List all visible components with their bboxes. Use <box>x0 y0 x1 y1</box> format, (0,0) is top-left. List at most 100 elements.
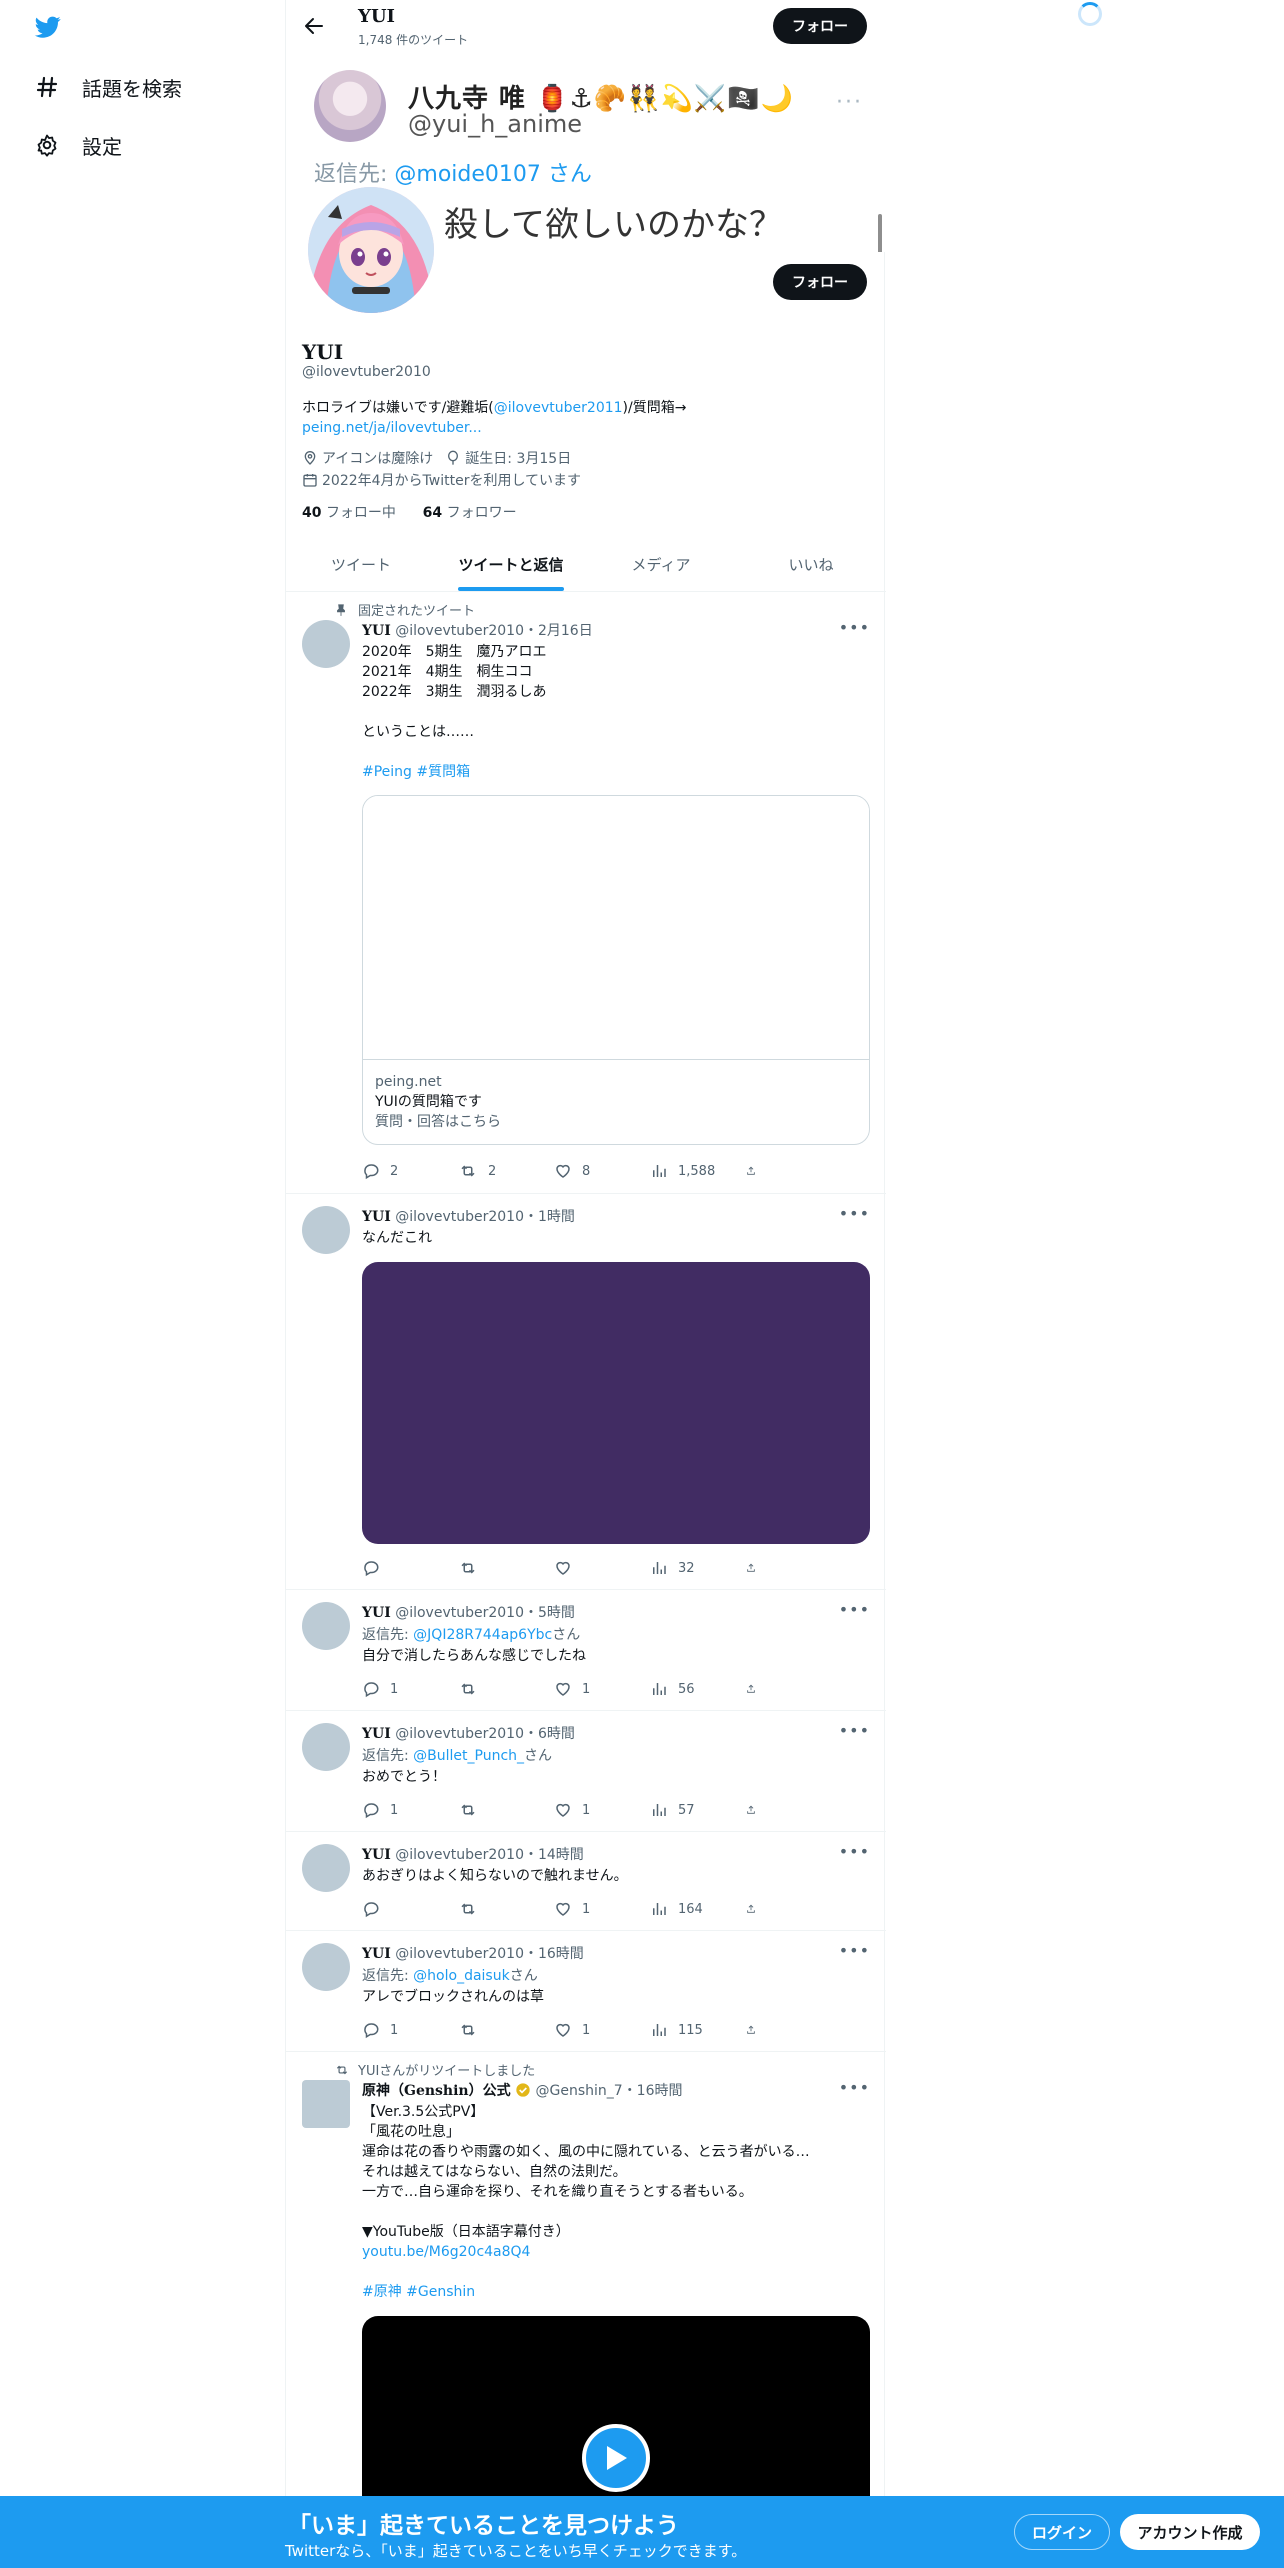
tweet-item[interactable]: YUIさんがリツイートしました 原神（Genshin）公式 @Genshin_7… <box>286 2052 886 2496</box>
tweet-item[interactable]: 固定されたツイート YUI @ilovevtuber2010・2月16日 •••… <box>286 592 886 1194</box>
tweet-actions: 1 1 115 <box>362 2020 782 2040</box>
tab-tweets-and-replies[interactable]: ツイートと返信 <box>436 538 586 591</box>
video-player[interactable] <box>362 2316 870 2496</box>
card-title: YUIの質問箱です <box>375 1094 482 1110</box>
header-name: YUI <box>358 6 395 27</box>
retweet-button[interactable]: 2 <box>458 1162 554 1180</box>
more-icon[interactable]: ••• <box>839 1600 870 1619</box>
nav-settings[interactable]: 設定 <box>34 125 122 165</box>
reply-button[interactable]: 2 <box>362 1162 458 1180</box>
retweet-icon <box>461 2024 475 2036</box>
avatar[interactable] <box>302 2080 350 2128</box>
pin-icon <box>337 603 345 616</box>
bio-url-link[interactable]: peing.net/ja/ilovevtuber... <box>302 420 482 436</box>
like-button[interactable]: 1 <box>554 2021 650 2039</box>
tweet-link[interactable]: youtu.be/M6g20c4a8Q4 <box>362 2242 870 2262</box>
nav-explore[interactable]: 話題を検索 <box>34 67 182 107</box>
link-card[interactable]: peing.net YUIの質問箱です 質問・回答はこちら <box>362 795 870 1145</box>
tweet-hashtags[interactable]: #Peing #質問箱 <box>362 762 870 782</box>
signup-button[interactable]: アカウント作成 <box>1120 2514 1260 2550</box>
share-button[interactable] <box>746 2021 766 2039</box>
more-icon[interactable]: ••• <box>839 1721 870 1740</box>
more-icon[interactable]: ••• <box>839 618 870 637</box>
play-icon[interactable] <box>582 2424 650 2492</box>
tweet-item[interactable]: YUI @ilovevtuber2010・5時間 ••• 返信先: @JQI28… <box>286 1590 886 1711</box>
more-icon[interactable]: ••• <box>839 2078 870 2097</box>
like-button[interactable]: 1 <box>554 1801 650 1819</box>
tweet-item[interactable]: YUI @ilovevtuber2010・6時間 ••• 返信先: @Bulle… <box>286 1711 886 1832</box>
follow-button[interactable]: フォロー <box>773 264 867 300</box>
reply-button[interactable]: 1 <box>362 1680 458 1698</box>
views-button[interactable]: 32 <box>650 1559 746 1577</box>
reply-button[interactable]: 1 <box>362 1801 458 1819</box>
reply-button[interactable]: 1 <box>362 2021 458 2039</box>
tab-likes[interactable]: いいね <box>736 538 886 591</box>
share-button[interactable] <box>746 1559 766 1577</box>
tab-tweets[interactable]: ツイート <box>286 538 436 591</box>
avatar[interactable] <box>302 1943 350 1991</box>
reply-button[interactable] <box>362 1559 458 1577</box>
tweet-media-image[interactable] <box>362 1262 870 1544</box>
tweet-item[interactable]: YUI @ilovevtuber2010・14時間 ••• あおぎりはよく知らな… <box>286 1832 886 1931</box>
profile-avatar[interactable] <box>304 183 438 317</box>
more-icon[interactable]: ••• <box>839 1842 870 1861</box>
tweet-header: YUI @ilovevtuber2010・2月16日 <box>362 623 593 639</box>
avatar[interactable] <box>302 1602 350 1650</box>
profile-name: YUI <box>302 340 344 364</box>
profile-birthday: 誕生日: 3月15日 <box>465 451 572 467</box>
tweet-item[interactable]: YUI @ilovevtuber2010・1時間 ••• なんだこれ 32 <box>286 1194 886 1590</box>
retweet-button[interactable] <box>458 1900 554 1918</box>
banner-handle: @yui_h_anime <box>408 110 583 138</box>
like-button[interactable]: 1 <box>554 1680 650 1698</box>
share-icon <box>747 1563 755 1572</box>
retweet-button[interactable] <box>458 1559 554 1577</box>
views-button[interactable]: 56 <box>650 1680 746 1698</box>
retweet-button[interactable] <box>458 1680 554 1698</box>
avatar[interactable] <box>302 1723 350 1771</box>
tweet-actions: 32 <box>362 1558 782 1578</box>
views-button[interactable]: 57 <box>650 1801 746 1819</box>
bio-mention-link[interactable]: @ilovevtuber2011 <box>494 400 623 416</box>
reply-to-link[interactable]: @holo_daisuk <box>413 1968 510 1984</box>
following-link[interactable]: 40 フォロー中 <box>302 505 396 521</box>
share-button[interactable] <box>746 1900 766 1918</box>
avatar[interactable] <box>302 1206 350 1254</box>
share-button[interactable] <box>746 1162 766 1180</box>
views-icon <box>653 1562 666 1574</box>
share-button[interactable] <box>746 1801 766 1819</box>
like-button[interactable]: 8 <box>554 1162 650 1180</box>
views-button[interactable]: 1,588 <box>650 1162 746 1180</box>
retweet-button[interactable] <box>458 1801 554 1819</box>
views-button[interactable]: 115 <box>650 2021 746 2039</box>
loading-spinner-icon <box>1078 2 1102 26</box>
reply-button[interactable] <box>362 1900 458 1918</box>
like-button[interactable] <box>554 1559 650 1577</box>
share-icon <box>747 2025 755 2034</box>
card-description: 質問・回答はこちら <box>375 1114 501 1130</box>
tweet-item[interactable]: YUI @ilovevtuber2010・16時間 ••• 返信先: @holo… <box>286 1931 886 2052</box>
heart-icon <box>556 1561 570 1575</box>
reply-to-link[interactable]: @JQI28R744ap6Ybc <box>413 1627 552 1643</box>
login-button[interactable]: ログイン <box>1014 2514 1110 2550</box>
more-icon[interactable]: ••• <box>839 1204 870 1223</box>
tweet-text: 2020年 5期生 魔乃アロエ 2021年 4期生 桐生ココ 2022年 3期生… <box>362 644 547 740</box>
profile-joined: 2022年4月からTwitterを利用しています <box>322 473 582 489</box>
followers-link[interactable]: 64 フォロワー <box>423 505 517 521</box>
nav-settings-label: 設定 <box>82 134 122 159</box>
retweet-row: YUIさんがリツイートしました <box>334 2060 535 2079</box>
reply-to-link[interactable]: @Bullet_Punch_ <box>413 1748 524 1764</box>
avatar[interactable] <box>302 620 350 668</box>
retweet-button[interactable] <box>458 2021 554 2039</box>
more-icon[interactable]: ••• <box>839 1941 870 1960</box>
twitter-logo-icon[interactable] <box>33 14 63 40</box>
like-button[interactable]: 1 <box>554 1900 650 1918</box>
views-button[interactable]: 164 <box>650 1900 746 1918</box>
reply-to-line: 返信先: @Bullet_Punch_さん <box>362 1748 553 1764</box>
avatar[interactable] <box>302 1844 350 1892</box>
back-arrow-icon[interactable] <box>302 14 326 38</box>
tab-media[interactable]: メディア <box>586 538 736 591</box>
header-follow-button[interactable]: フォロー <box>773 8 867 44</box>
tweet-hashtags[interactable]: #原神 #Genshin <box>362 2282 870 2302</box>
profile-joined-row: 2022年4月からTwitterを利用しています <box>302 470 593 490</box>
share-button[interactable] <box>746 1680 766 1698</box>
